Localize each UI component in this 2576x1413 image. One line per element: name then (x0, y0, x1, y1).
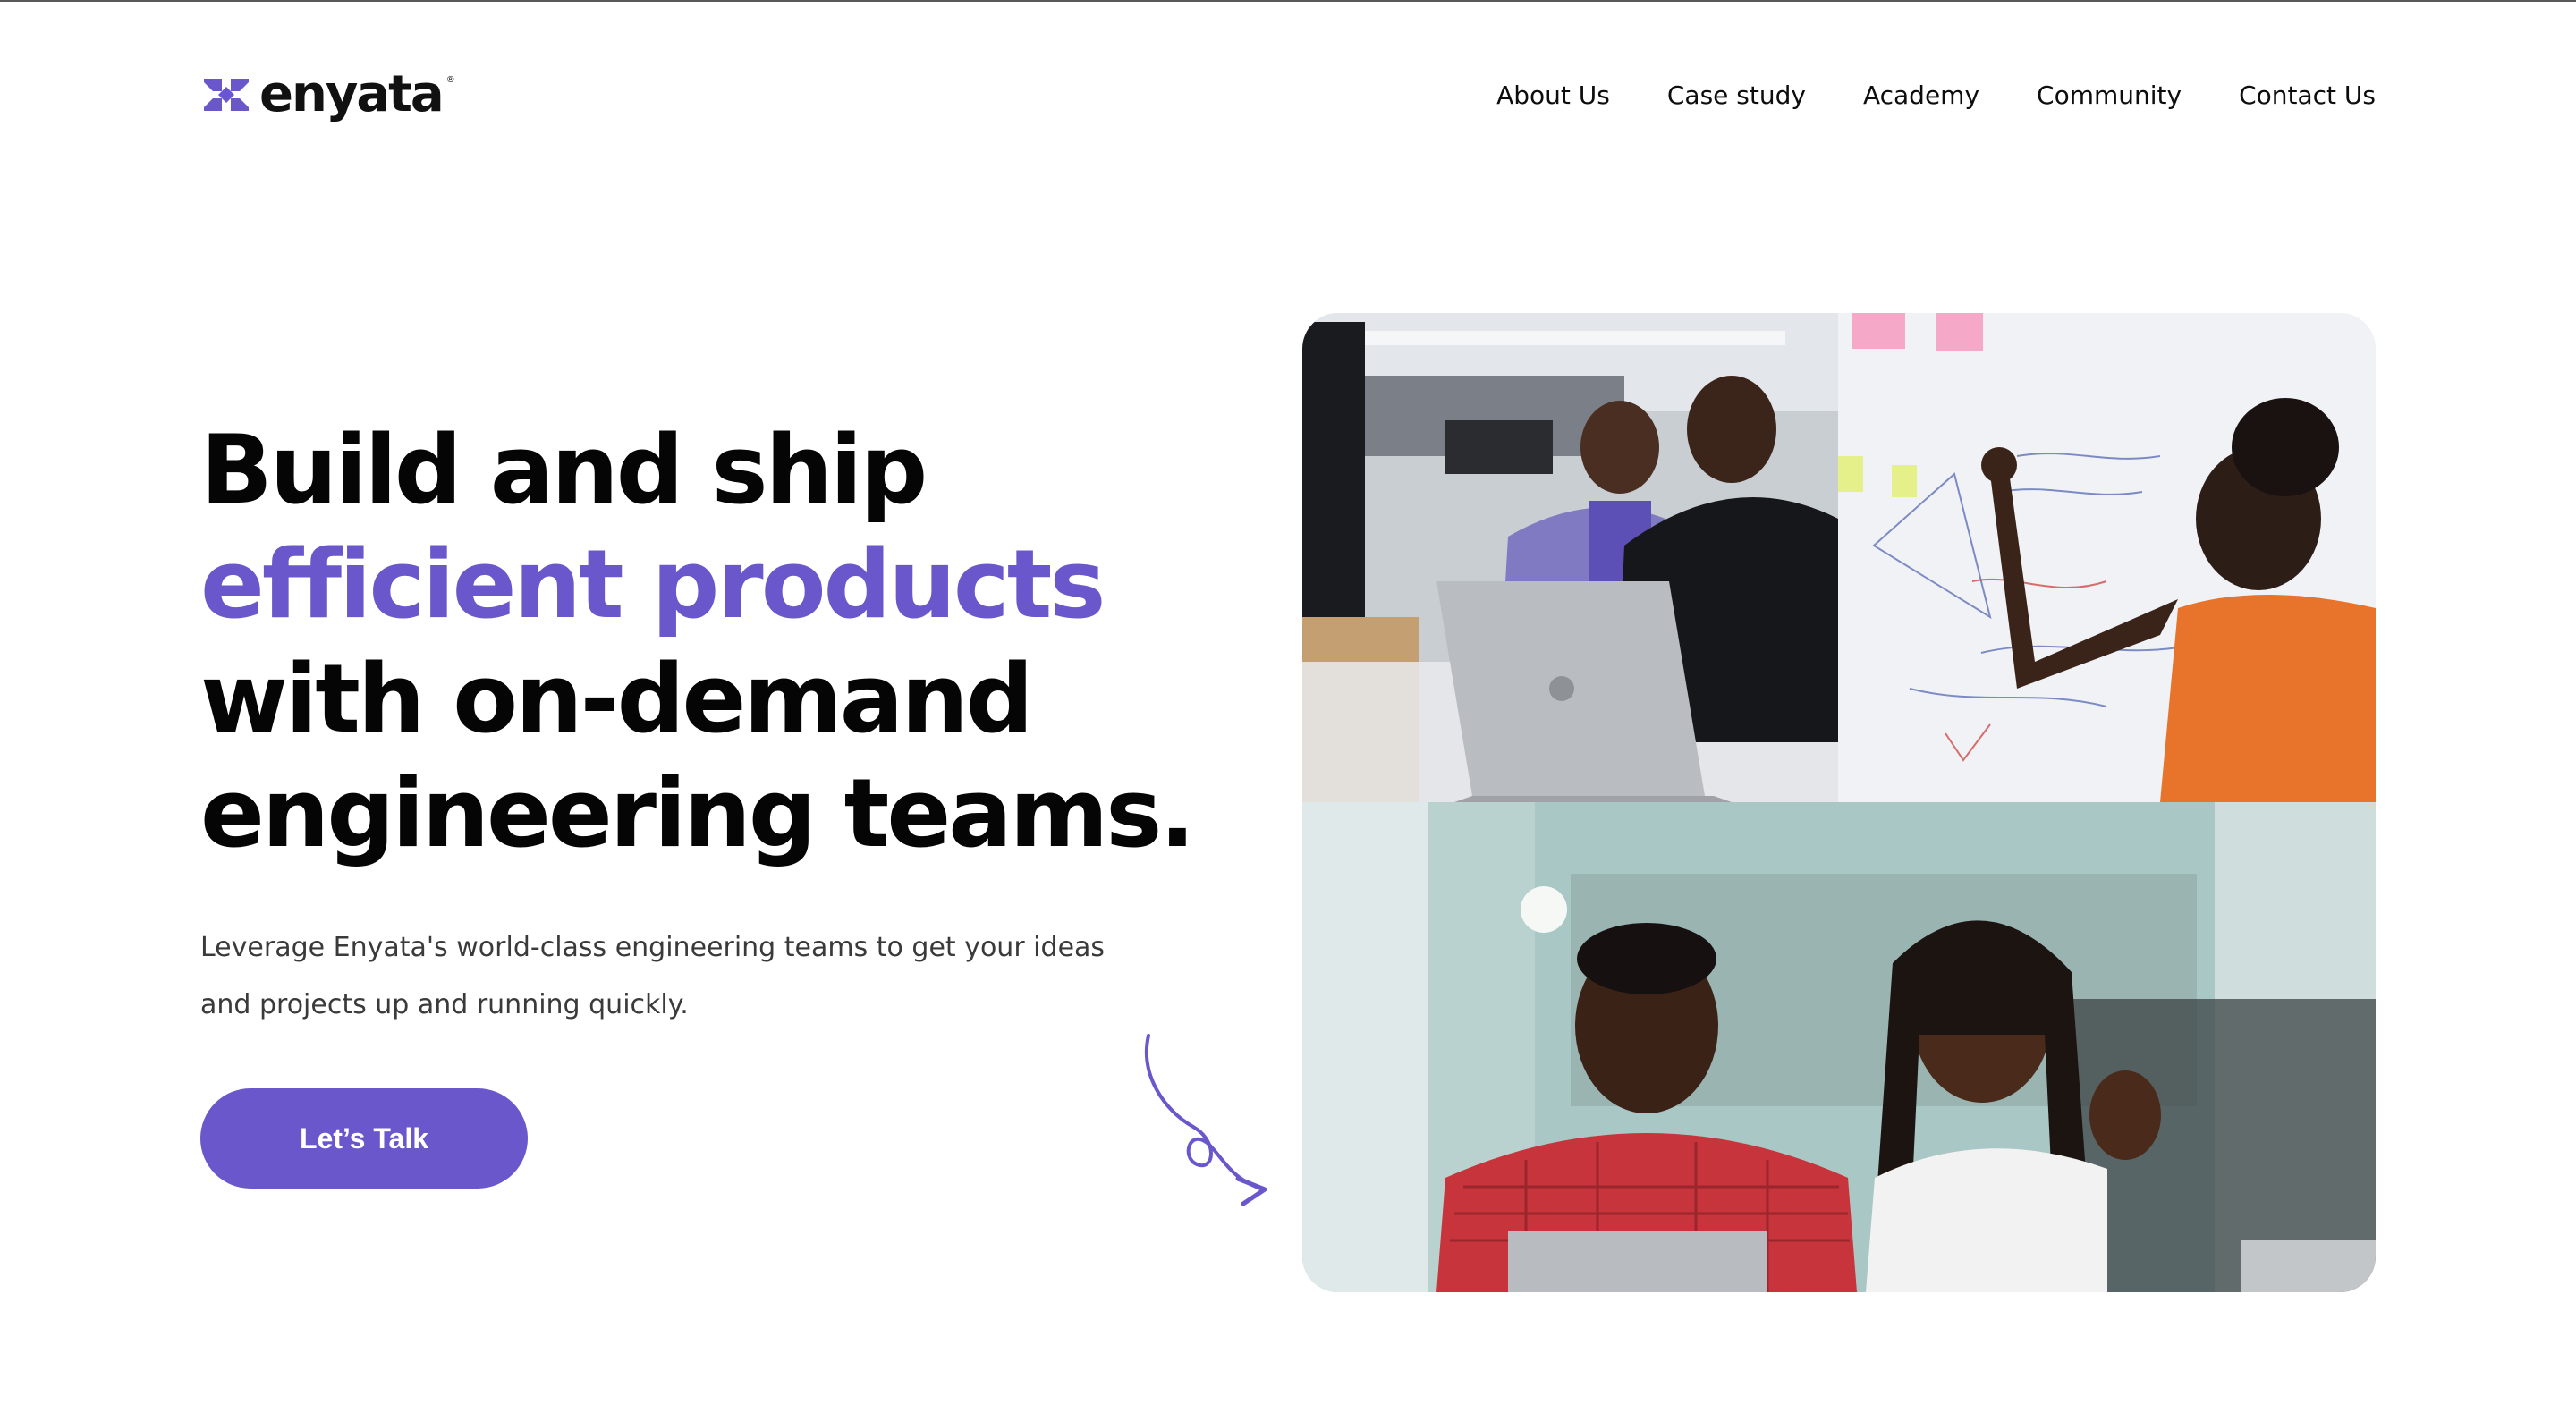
curly-arrow-icon (1145, 1034, 1267, 1206)
nav-academy[interactable]: Academy (1863, 80, 1979, 110)
hero-title-accent: efficient products (200, 529, 1106, 639)
hero-title-line-3: with on-demand (200, 644, 1034, 754)
enyata-logo-mark-icon (204, 79, 249, 111)
hero-subtitle: Leverage Enyata's world-class engineerin… (200, 919, 1140, 1034)
nav-about-us[interactable]: About Us (1496, 80, 1610, 110)
lets-talk-button[interactable]: Let’s Talk (200, 1088, 528, 1189)
hero-title-line-4: engineering teams. (200, 758, 1196, 868)
nav-community[interactable]: Community (2037, 80, 2182, 110)
logo-trademark: ® (445, 75, 455, 85)
nav-case-study[interactable]: Case study (1667, 80, 1806, 110)
nav-contact-us[interactable]: Contact Us (2239, 80, 2376, 110)
main-nav: About Us Case study Academy Community Co… (1496, 72, 2376, 118)
hero-title-line-1: Build and ship (200, 415, 928, 525)
hero-subtitle-line-2: and projects up and running quickly. (200, 989, 689, 1020)
hero-title: Build and ship efficient products with o… (200, 413, 1274, 871)
site-header: enyata ® About Us Case study Academy Com… (0, 0, 2576, 188)
woman-writing-on-whiteboard-photo (1838, 313, 2376, 802)
logo-wordmark: enyata (259, 65, 445, 123)
engineers-at-laptops-photo (1302, 313, 1838, 802)
hero-subtitle-line-1: Leverage Enyata's world-class engineerin… (200, 932, 1106, 963)
two-colleagues-laughing-photo (1302, 802, 2376, 1292)
team-photo-collage (1302, 313, 2376, 1292)
enyata-logo[interactable]: enyata ® (200, 70, 455, 120)
